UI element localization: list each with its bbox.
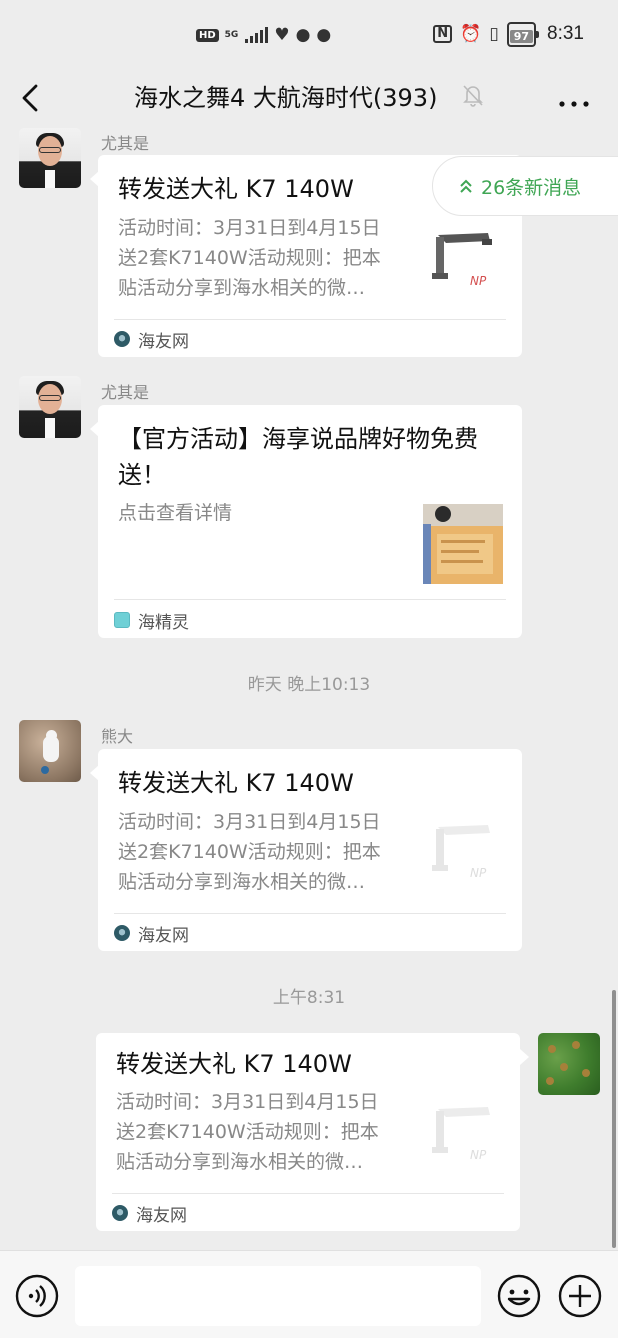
- hd-badge: HD: [196, 28, 219, 42]
- heart-health-icon: ♥: [274, 24, 290, 45]
- card-thumbnail: NP: [428, 223, 508, 303]
- nav-bar: 海水之舞4 大航海时代(393): [0, 68, 618, 128]
- avatar[interactable]: [19, 720, 81, 782]
- source-icon: [112, 1205, 128, 1221]
- network-type: 5G: [224, 29, 239, 40]
- message-bubble-icon: ●: [316, 24, 332, 45]
- card-title: 转发送大礼 K7 140W: [118, 769, 354, 797]
- chat-title: 海水之舞4 大航海时代(393): [134, 84, 438, 112]
- card-source: 海友网: [114, 327, 189, 352]
- new-messages-button[interactable]: 26条新消息: [432, 156, 618, 216]
- card-thumbnail: [423, 504, 503, 584]
- scrollbar[interactable]: [612, 990, 616, 1248]
- avatar[interactable]: [19, 128, 81, 188]
- link-card[interactable]: 【官方活动】海享说品牌好物免费送！ 点击查看详情 海精灵: [98, 405, 522, 638]
- wechat-icon: ●: [295, 24, 311, 45]
- sender-name: 尤其是: [101, 134, 150, 153]
- source-name: 海友网: [136, 1205, 187, 1226]
- source-name: 海友网: [138, 331, 189, 352]
- battery-icon: 97: [506, 21, 540, 47]
- more-button[interactable]: [550, 78, 598, 118]
- timestamp: 昨天 晚上10:13: [247, 675, 371, 695]
- sender-name: 尤其是: [101, 383, 150, 402]
- card-title: 转发送大礼 K7 140W: [118, 175, 354, 203]
- plus-icon: [558, 1274, 602, 1318]
- card-source: 海友网: [112, 1201, 187, 1226]
- card-source: 海精灵: [114, 608, 189, 633]
- timestamp: 上午8:31: [272, 988, 346, 1008]
- input-bar: [0, 1250, 618, 1338]
- sender-name: 熊大: [101, 727, 134, 746]
- signal-icon: [245, 27, 269, 43]
- thumb-logo: NP: [470, 274, 487, 288]
- card-description: 点击查看详情: [118, 502, 233, 524]
- card-description: 活动时间：3月31日到4月15日 送2套K7140W活动规则：把本 贴活动分享到海水…: [118, 811, 381, 893]
- status-left: HD 5G ♥ ● ●: [196, 22, 331, 48]
- source-icon: [114, 925, 130, 941]
- status-bar: HD 5G ♥ ● ● N ⏰ ▯ 97 8:31: [0, 0, 618, 68]
- source-icon: [114, 331, 130, 347]
- card-title: 【官方活动】海享说品牌好物免费送！: [118, 425, 478, 489]
- link-card[interactable]: 转发送大礼 K7 140W 活动时间：3月31日到4月15日 送2套K7140W活…: [98, 749, 522, 951]
- avatar[interactable]: [19, 376, 81, 438]
- mute-bell-icon: [460, 82, 486, 108]
- clock: 8:31: [547, 23, 584, 44]
- card-description: 活动时间：3月31日到4月15日 送2套K7140W活动规则：把本 贴活动分享到海水…: [118, 217, 381, 299]
- link-card[interactable]: 转发送大礼 K7 140W 活动时间：3月31日到4月15日 送2套K7140W活…: [96, 1033, 520, 1231]
- emoji-button[interactable]: [496, 1273, 542, 1319]
- card-description: 活动时间：3月31日到4月15日 送2套K7140W活动规则：把本 贴活动分享到海水…: [116, 1091, 379, 1173]
- emoji-icon: [497, 1274, 541, 1318]
- vibrate-icon: ▯: [489, 23, 499, 44]
- card-source: 海友网: [114, 921, 189, 946]
- more-icon: [559, 101, 589, 107]
- message-input[interactable]: [75, 1266, 481, 1326]
- thumb-logo: NP: [470, 1148, 487, 1162]
- card-title: 转发送大礼 K7 140W: [116, 1050, 352, 1078]
- card-thumbnail: NP: [428, 1097, 508, 1177]
- more-functions-button[interactable]: [557, 1273, 603, 1319]
- avatar[interactable]: [538, 1033, 600, 1095]
- back-icon: [22, 84, 38, 112]
- card-thumbnail: NP: [428, 815, 508, 895]
- voice-icon: [15, 1274, 59, 1318]
- alarm-icon: ⏰: [460, 23, 482, 44]
- new-messages-label: 26条新消息: [481, 176, 582, 199]
- status-right: N ⏰ ▯ 97 8:31: [433, 20, 584, 48]
- source-name: 海精灵: [138, 612, 189, 633]
- thumb-logo: NP: [470, 866, 487, 880]
- double-chevron-up-icon: [460, 179, 472, 193]
- source-icon: [114, 612, 130, 628]
- source-name: 海友网: [138, 925, 189, 946]
- voice-button[interactable]: [14, 1273, 60, 1319]
- back-button[interactable]: [14, 78, 54, 118]
- battery-level: 97: [509, 29, 534, 43]
- chat-message-list[interactable]: 尤其是 转发送大礼 K7 140W 活动时间：3月31日到4月15日 送2套K71…: [0, 128, 618, 1250]
- nfc-icon: N: [433, 25, 453, 43]
